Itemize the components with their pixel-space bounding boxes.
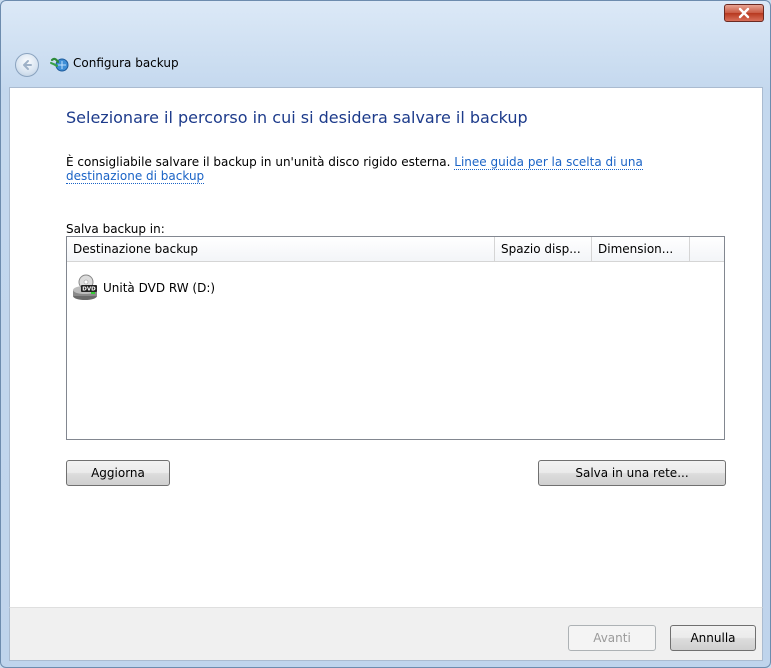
list-item-name: Unità DVD RW (D:) [103,281,216,295]
dialog-footer: Avanti Annulla [9,607,763,661]
list-header: Destinazione backup Spazio disp... Dimen… [67,237,724,262]
page-heading: Selezionare il percorso in cui si deside… [66,108,528,127]
column-header-destination[interactable]: Destinazione backup [67,237,495,261]
refresh-button[interactable]: Aggiorna [66,460,170,486]
close-icon [738,7,750,19]
save-to-network-button[interactable]: Salva in una rete... [538,460,726,486]
backup-destination-list[interactable]: Destinazione backup Spazio disp... Dimen… [66,236,725,440]
back-button[interactable] [15,53,39,77]
save-backup-label: Salva backup in: [66,222,165,236]
column-header-size[interactable]: Dimension... [592,237,690,261]
window-title: Configura backup [73,56,179,70]
description: È consigliabile salvare il backup in un'… [66,155,706,184]
svg-text:DVD: DVD [82,287,96,293]
back-arrow-icon [23,60,32,70]
description-text: È consigliabile salvare il backup in un'… [66,155,451,169]
content-panel: Selezionare il percorso in cui si deside… [9,87,763,607]
cancel-button[interactable]: Annulla [670,625,756,651]
column-header-free-space[interactable]: Spazio disp... [495,237,592,261]
backup-app-icon [50,57,69,72]
list-item[interactable]: DVD Unità DVD RW (D:) [71,273,215,303]
next-button[interactable]: Avanti [568,625,656,651]
close-button[interactable] [724,4,764,22]
dvd-drive-icon: DVD [73,274,97,300]
dialog-window: Configura backup Selezionare il percorso… [0,0,771,668]
